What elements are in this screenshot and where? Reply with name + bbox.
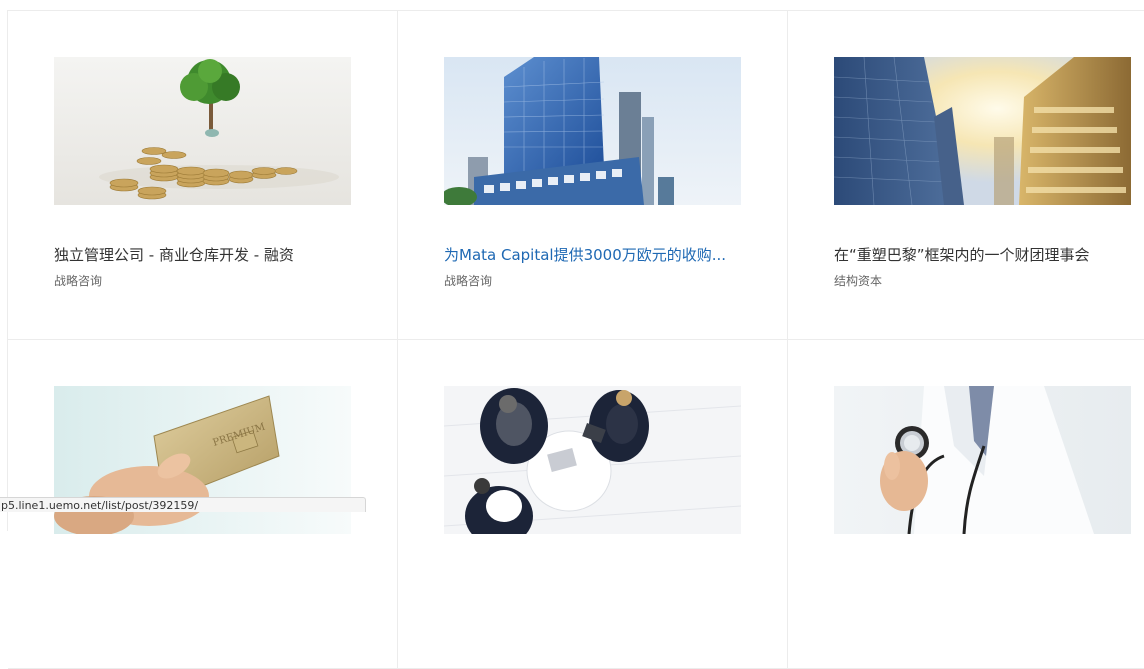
post-title[interactable]: 为Mata Capital提供3000万欧元的收购... [444,245,744,265]
post-card[interactable]: 为Mata Capital提供3000万欧元的收购... 战略咨询 [398,11,788,340]
post-card[interactable] [788,340,1144,669]
post-title[interactable]: 独立管理公司 - 商业仓库开发 - 融资 [54,245,354,265]
post-card[interactable]: 独立管理公司 - 商业仓库开发 - 融资 战略咨询 [8,11,398,340]
post-category: 战略咨询 [444,274,493,288]
post-category: 结构资本 [834,274,883,288]
tree-coins-image[interactable] [54,57,351,205]
link-status-bar: p5.line1.uemo.net/list/post/392159/ [0,497,366,512]
post-card[interactable]: 在“重塑巴黎”框架内的一个财团理事会 结构资本 [788,11,1144,340]
glass-tower-image[interactable] [444,57,741,205]
skyscrapers-sun-image[interactable] [834,57,1131,205]
post-category: 战略咨询 [54,274,103,288]
post-title[interactable]: 在“重塑巴黎”框架内的一个财团理事会 [834,245,1134,265]
post-card[interactable] [398,340,788,669]
post-grid: 独立管理公司 - 商业仓库开发 - 融资 战略咨询 为Mata Capital提… [7,10,1144,669]
